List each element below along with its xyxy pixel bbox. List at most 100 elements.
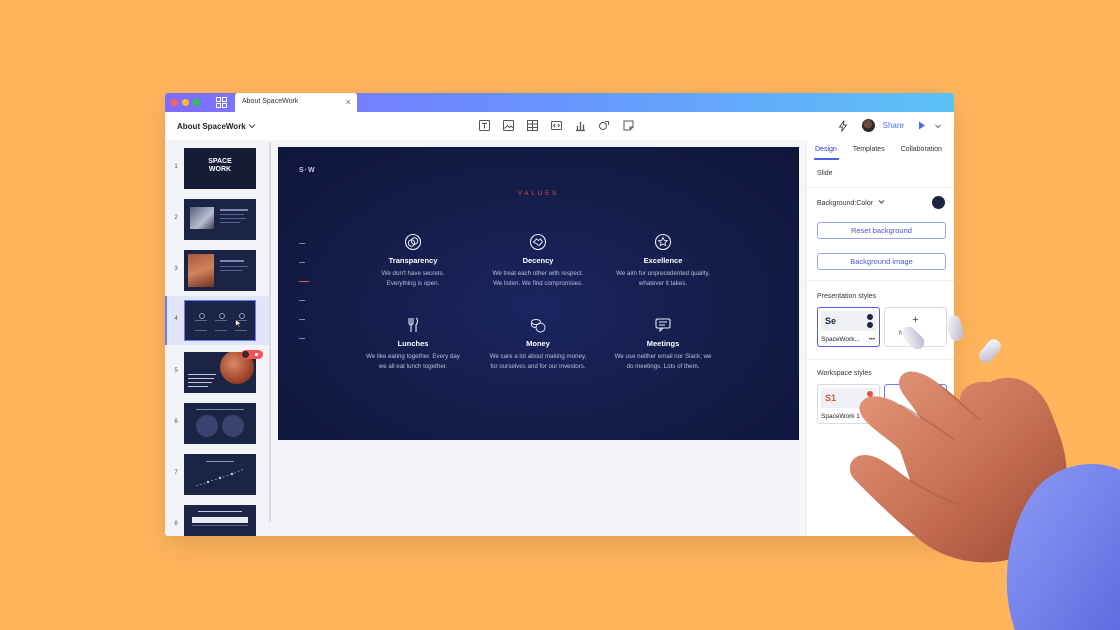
window-controls [171,99,200,106]
value-description: We treat each other with respect. We list… [492,270,584,287]
collaborator-badge [241,350,263,359]
slide-thumbnail[interactable]: 5 [165,348,269,397]
chart-icon[interactable] [574,119,587,132]
panel-tabs: Design Templates Collaboration [815,146,942,153]
slide-thumbnail[interactable]: 3 [165,246,269,295]
slide-number: 1 [174,164,178,170]
slide-progress-lines [299,243,309,357]
embed-code-icon[interactable] [550,119,563,132]
pill-icon [901,315,1001,363]
close-window-button[interactable] [171,99,178,106]
toolbar-right: Share [838,119,942,132]
slide-preview [184,505,256,536]
slide-number: 8 [174,521,178,527]
slide-thumbnail[interactable]: 6 [165,399,269,448]
avatar[interactable] [861,119,875,132]
value-item[interactable]: Transparency We don't have secrets. Every… [348,233,478,289]
chevron-down-icon[interactable] [248,122,256,130]
background-color-swatch[interactable] [932,196,945,209]
shapes-icon[interactable] [598,119,611,132]
slide-thumbnail[interactable]: 2 [165,195,269,244]
slide-preview: SPACE WORK [184,148,256,189]
slide-preview-subtitle: WORK [208,166,232,173]
table-icon[interactable] [526,119,539,132]
value-description: We care a lot about making money, for our… [489,353,587,370]
slide-sorter: 1 SPACE WORK 2 3 4 5 6 7 8 [165,140,272,536]
slide-logo: S·W [299,167,316,174]
image-icon[interactable] [502,119,515,132]
coins-icon [531,319,546,333]
star-badge-icon [654,233,672,251]
value-description: We like eating together. Every day we all… [366,353,460,370]
slide-number: 3 [174,266,178,272]
tab-collaboration[interactable]: Collaboration [901,146,942,153]
tab-templates[interactable]: Templates [853,146,885,153]
slide-preview [184,250,256,291]
slide-canvas[interactable]: S·W VALUES Transparency We don't have se… [271,140,806,536]
slide-section-title[interactable]: VALUES [278,191,799,197]
apps-grid-icon[interactable] [216,97,227,108]
mouse-cursor-icon [235,319,242,328]
insert-tools [478,119,635,132]
value-title: Meetings [646,339,680,348]
slide-number: 4 [174,316,178,322]
current-slide[interactable]: S·W VALUES Transparency We don't have se… [278,147,799,440]
tab-design[interactable]: Design [815,146,837,153]
slide-preview [184,454,256,495]
slide-thumbnail[interactable]: 8 [165,501,269,536]
document-tab[interactable]: About SpaceWork × [235,93,357,112]
value-title: Transparency [388,256,438,265]
value-title: Excellence [643,256,683,265]
value-title: Money [526,339,550,348]
divider [807,187,954,188]
slide-thumbnail[interactable]: 1 SPACE WORK [165,144,269,193]
presentation-styles-label: Presentation styles [817,293,877,300]
background-value: Color [856,200,874,207]
tab-close-button[interactable]: × [346,97,351,107]
transparency-icon [404,233,422,251]
value-item[interactable]: Lunches We like eating together. Every d… [348,316,478,372]
background-label: Background: [817,200,857,207]
value-title: Decency [522,256,554,265]
background-image-button[interactable]: Background image [817,253,946,270]
slide-number: 2 [174,215,178,221]
title-bar: About SpaceWork × [165,93,954,112]
chevron-down-icon [878,200,885,204]
text-icon[interactable] [478,119,491,132]
slide-preview [184,300,256,341]
top-toolbar: About SpaceWork Share [165,112,954,140]
slide-number: 5 [174,368,178,374]
value-item[interactable]: Meetings We use neither email nor Slack;… [598,316,728,372]
value-description: We use neither email nor Slack; we do mee… [614,353,712,370]
chat-icon [655,318,671,333]
maximize-window-button[interactable] [193,99,200,106]
slide-section-label: Slide [817,170,833,177]
slide-number: 7 [174,470,178,476]
slide-thumbnail-selected[interactable]: 4 [165,296,269,345]
hand-illustration [849,315,1120,630]
share-button[interactable]: Share [883,121,904,130]
value-title: Lunches [397,339,429,348]
slide-number: 6 [174,419,178,425]
slide-thumbnail[interactable]: 7 [165,450,269,499]
handshake-icon [529,233,547,251]
value-item[interactable]: Excellence We aim for unprecedented qual… [598,233,728,289]
value-item[interactable]: Money We care a lot about making money, f… [473,316,603,372]
value-description: We don't have secrets. Everything is open… [381,270,445,287]
tab-title: About SpaceWork [242,98,299,105]
minimize-window-button[interactable] [182,99,189,106]
divider [807,280,954,281]
chevron-down-icon[interactable] [934,122,942,130]
slide-preview [184,403,256,444]
sticker-icon[interactable] [622,119,635,132]
slide-preview-title: SPACE [208,158,232,165]
reset-background-button[interactable]: Reset background [817,222,946,239]
play-icon[interactable] [918,121,926,130]
document-title[interactable]: About SpaceWork [177,122,246,131]
slide-preview [184,199,256,240]
lightning-icon[interactable] [838,119,848,132]
value-item[interactable]: Decency We treat each other with respect… [473,233,603,289]
cutlery-icon [408,317,419,332]
background-dropdown[interactable]: Background:Color [817,198,885,207]
active-tab-indicator [814,158,839,160]
